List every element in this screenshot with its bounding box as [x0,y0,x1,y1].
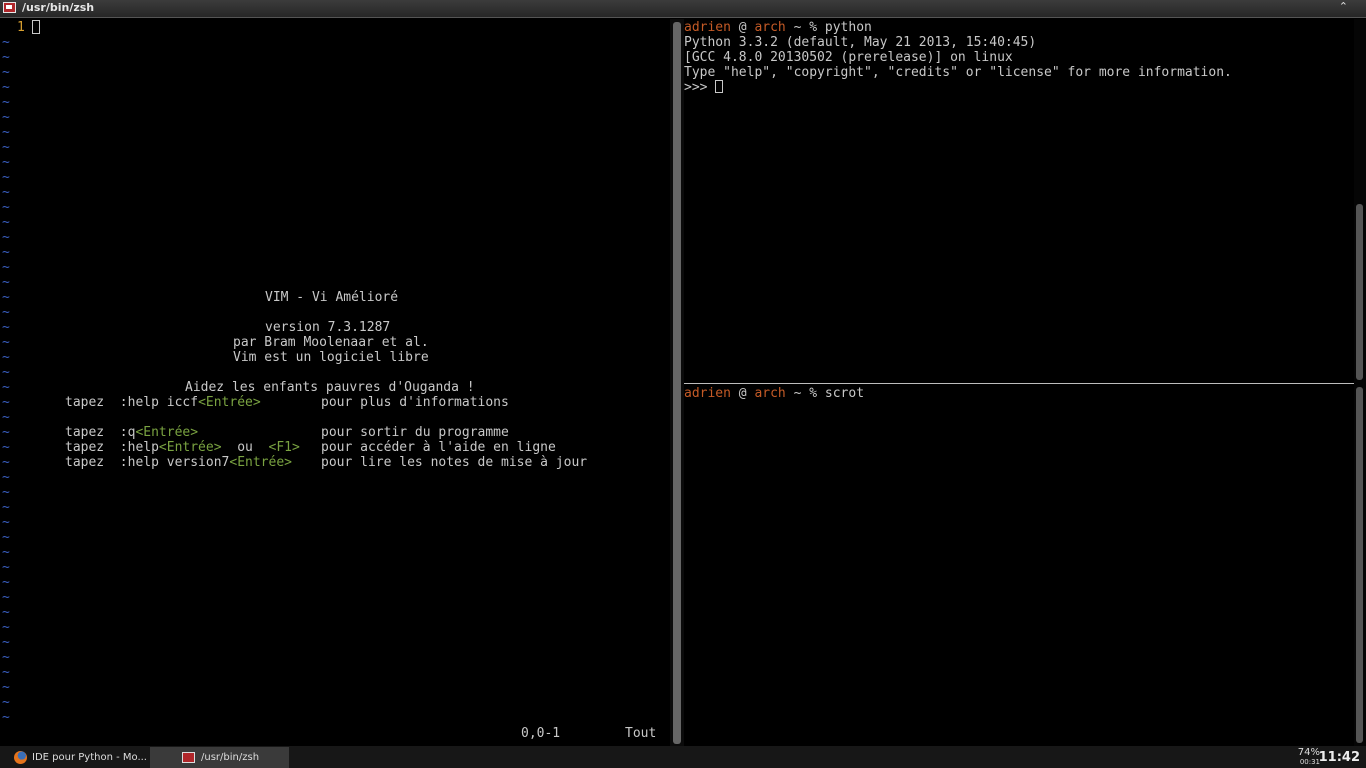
maximize-icon[interactable]: ⌃ [1339,0,1348,13]
vim-tilde: ~ [2,455,10,470]
vim-tilde: ~ [2,35,10,50]
vim-tilde: ~ [2,290,10,305]
vim-tilde: ~ [2,95,10,110]
terminal-icon [182,752,195,763]
vim-intro-author: par Bram Moolenaar et al. [233,335,429,350]
vim-tilde: ~ [2,440,10,455]
vim-tilde: ~ [2,260,10,275]
shell-prompt-line: adrien @ arch ~ % scrot [684,386,865,401]
python-banner-help: Type "help", "copyright", "credits" or "… [684,65,1232,80]
vim-help-quit-desc: pour sortir du programme [321,425,509,440]
clock[interactable]: 11:42 [1319,750,1360,765]
vim-tilde: ~ [2,605,10,620]
python-scrollbar[interactable] [1356,204,1363,380]
python-command: python [824,20,872,35]
vim-tilde: ~ [2,590,10,605]
python-repl-prompt[interactable]: >>> [684,80,724,95]
vim-tilde: ~ [2,665,10,680]
vim-tilde: ~ [2,515,10,530]
vim-intro-license: Vim est un logiciel libre [233,350,429,365]
vim-tilde: ~ [2,140,10,155]
python-pane[interactable]: adrien @ arch ~ % python Python 3.3.2 (d… [684,19,1354,383]
vim-help-quit: tapez :q<Entrée> [65,425,199,440]
vim-tilde: ~ [2,305,10,320]
vim-tilde: ~ [2,680,10,695]
vim-tilde: ~ [2,470,10,485]
vim-tilde: ~ [2,245,10,260]
vim-tilde: ~ [2,50,10,65]
vim-help-iccf-desc: pour plus d'informations [321,395,509,410]
vim-tilde: ~ [2,350,10,365]
vim-tilde: ~ [2,410,10,425]
vim-tilde: ~ [2,545,10,560]
vim-scrollbar[interactable] [673,22,681,744]
shell-pane[interactable]: adrien @ arch ~ % scrot [684,385,1354,746]
vim-tilde: ~ [2,500,10,515]
terminal-icon [3,2,16,13]
shell-command: scrot [824,386,865,401]
vim-help-online-desc: pour accéder à l'aide en ligne [321,440,556,455]
vim-tilde: ~ [2,380,10,395]
vim-help-version: tapez :help version7<Entrée> [65,455,292,470]
vim-status-position: 0,0-1 [521,726,561,741]
vim-tilde: ~ [2,155,10,170]
vim-tilde: ~ [2,620,10,635]
vim-intro-title: VIM - Vi Amélioré [265,290,399,305]
vim-intro-version: version 7.3.1287 [265,320,391,335]
vim-help-version-desc: pour lire les notes de mise à jour [321,455,588,470]
vim-tilde: ~ [2,425,10,440]
vim-tilde: ~ [2,230,10,245]
vim-tilde: ~ [2,125,10,140]
pane-split-handle[interactable] [684,383,1354,384]
shell-scrollbar[interactable] [1356,387,1363,743]
vim-help-iccf: tapez :help iccf<Entrée> [65,395,261,410]
vim-intro-charity: Aidez les enfants pauvres d'Ouganda ! [185,380,475,395]
taskbar-item-firefox[interactable]: IDE pour Python - Mo... [10,747,148,768]
vim-tilde: ~ [2,275,10,290]
vim-tilde: ~ [2,530,10,545]
vim-tilde: ~ [2,650,10,665]
firefox-icon [14,751,27,764]
vim-tilde: ~ [2,635,10,650]
vim-tilde: ~ [2,110,10,125]
vim-cursor [32,20,40,34]
python-prompt-line: adrien @ arch ~ % python [684,20,872,35]
vim-tilde: ~ [2,395,10,410]
vim-tilde: ~ [2,335,10,350]
vim-tilde: ~ [2,170,10,185]
vim-tilde: ~ [2,365,10,380]
vim-tilde: ~ [2,710,10,725]
taskbar-item-terminal[interactable]: /usr/bin/zsh [150,747,289,768]
vim-tilde: ~ [2,185,10,200]
vim-tilde: ~ [2,485,10,500]
vim-line-number: 1 [17,20,25,35]
vim-tilde: ~ [2,320,10,335]
vim-tilde: ~ [2,695,10,710]
window-title: /usr/bin/zsh [22,1,95,14]
python-cursor [715,80,724,93]
vim-tilde: ~ [2,200,10,215]
vim-tilde: ~ [2,575,10,590]
python-banner-version: Python 3.3.2 (default, May 21 2013, 15:4… [684,35,1037,50]
vim-tilde: ~ [2,80,10,95]
python-banner-gcc: [GCC 4.8.0 20130502 (prerelease)] on lin… [684,50,1013,65]
vim-help-online: tapez :help<Entrée> ou <F1> [65,440,300,455]
vim-tilde: ~ [2,215,10,230]
vim-status-scroll: Tout [625,726,657,741]
window-titlebar[interactable]: /usr/bin/zsh ⌃ [0,0,1366,18]
vim-tilde: ~ [2,65,10,80]
vim-tilde: ~ [2,560,10,575]
